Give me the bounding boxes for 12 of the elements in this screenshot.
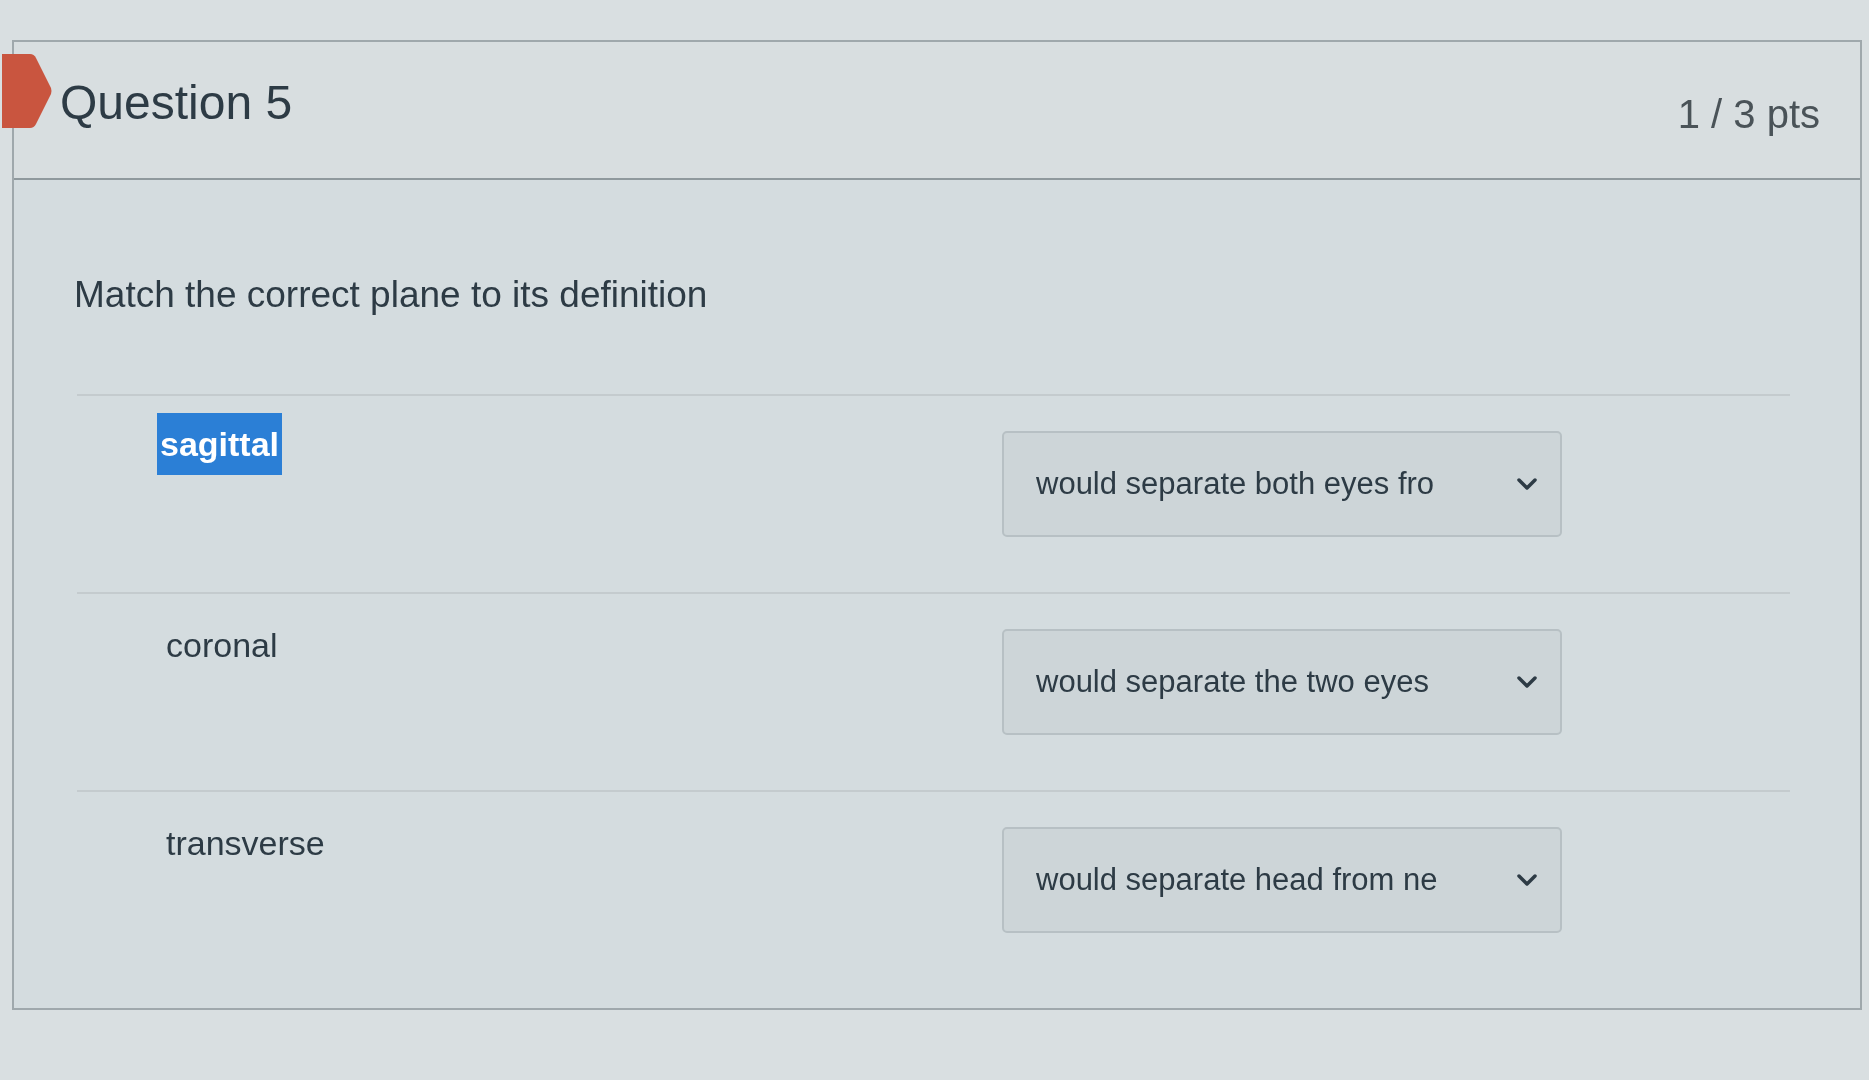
term-label: transverse: [165, 823, 326, 864]
question-prompt: Match the correct plane to its definition: [74, 273, 708, 317]
answer-dropdown[interactable]: would separate the two eyes: [1002, 629, 1562, 735]
answer-dropdown[interactable]: would separate both eyes fro: [1002, 431, 1562, 537]
answer-dropdown[interactable]: would separate head from ne: [1002, 827, 1562, 933]
question-title: Question 5: [60, 75, 293, 131]
term-label: sagittal: [157, 413, 283, 475]
points-score: 1 / 3 pts: [1677, 91, 1820, 138]
caret-icon: [1516, 873, 1538, 887]
caret-icon: [1516, 675, 1538, 689]
term-label: coronal: [165, 625, 279, 666]
caret-icon: [1516, 477, 1538, 491]
